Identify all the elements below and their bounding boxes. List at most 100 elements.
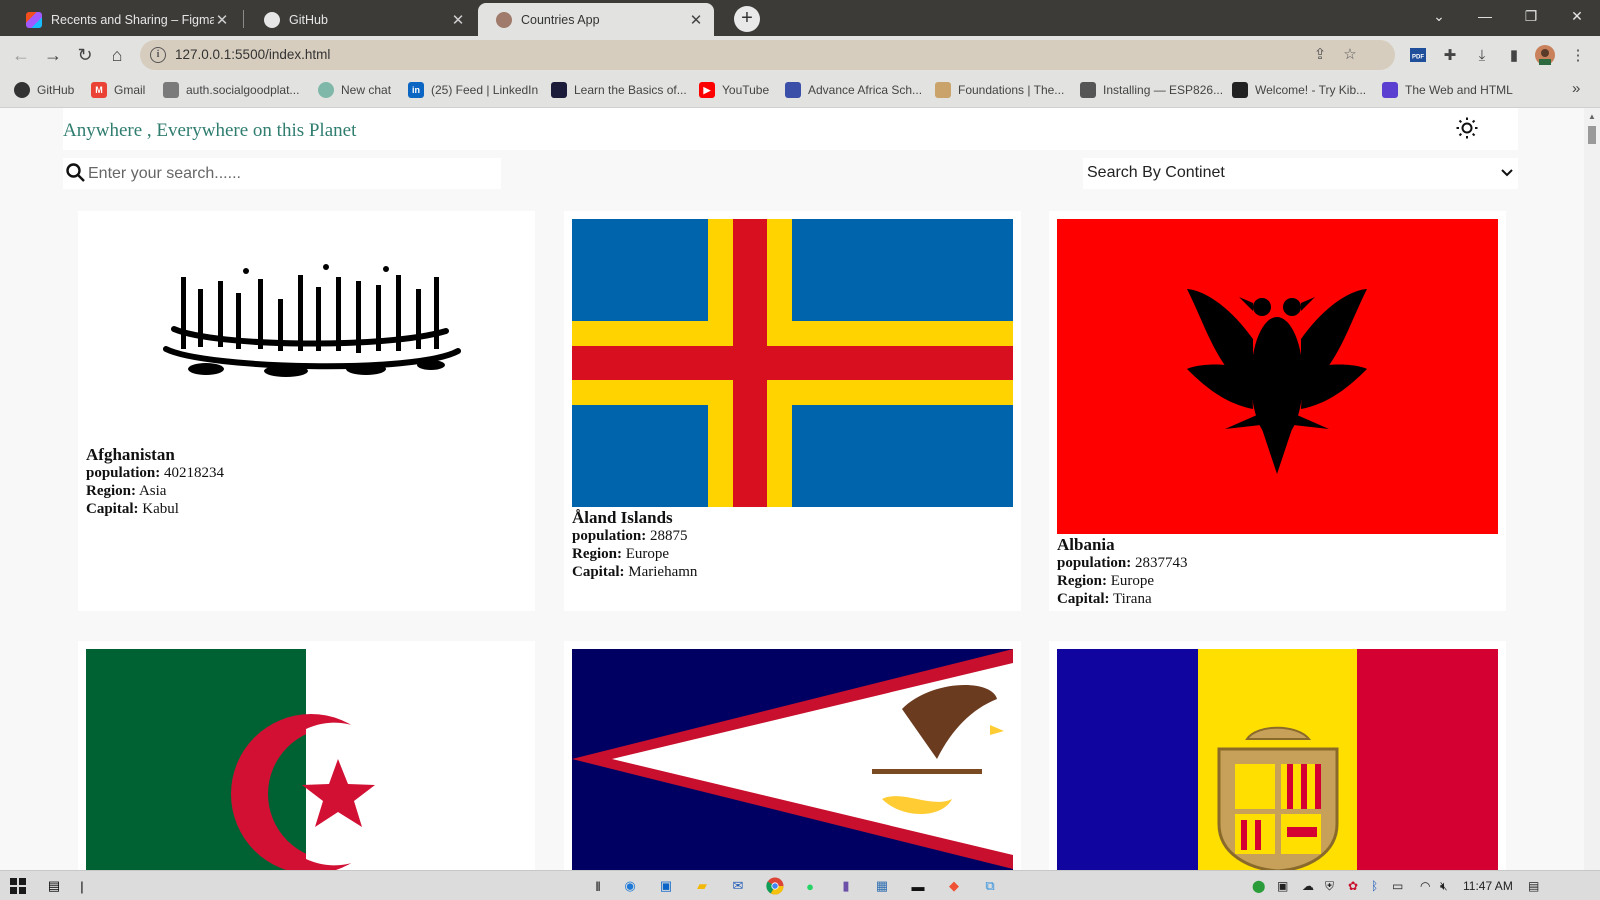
- continent-select[interactable]: Search By Continet: [1083, 158, 1518, 189]
- bookmark-advance-africa[interactable]: Advance Africa Sch...: [785, 82, 922, 98]
- forward-arrow-icon[interactable]: →: [40, 42, 66, 68]
- bluetooth-icon[interactable]: ᛒ: [1371, 879, 1378, 893]
- side-panel-icon[interactable]: ▮: [1504, 45, 1524, 65]
- back-arrow-icon[interactable]: ←: [8, 42, 34, 68]
- tab-figma[interactable]: Recents and Sharing – Figma ✕: [8, 3, 240, 36]
- info-icon[interactable]: i: [150, 47, 166, 63]
- capital-label: Capital:: [1057, 591, 1110, 607]
- puzzle-icon[interactable]: ✚: [1440, 45, 1460, 65]
- bookmark-label: Advance Africa Sch...: [808, 83, 923, 97]
- region-label: Region:: [1057, 573, 1107, 589]
- page-header: Anywhere , Everywhere on this Planet: [63, 108, 1518, 150]
- clock[interactable]: 11:47 AM: [1463, 879, 1513, 893]
- app-icon[interactable]: ▮: [836, 876, 856, 896]
- capital-value: Kabul: [142, 501, 179, 517]
- bookmark-auth[interactable]: auth.socialgoodplat...: [163, 82, 299, 98]
- bookmark-label: GitHub: [37, 83, 75, 97]
- task-view-icon[interactable]: ▤: [44, 876, 64, 896]
- new-tab-button[interactable]: +: [734, 6, 760, 32]
- aland-flag: [572, 219, 1013, 507]
- bookmark-new-chat[interactable]: New chat: [318, 82, 391, 98]
- battery-icon[interactable]: ▭: [1392, 879, 1403, 893]
- bookmark-github[interactable]: GitHub: [14, 82, 74, 98]
- pdf-extension-icon[interactable]: PDF: [1408, 45, 1428, 65]
- wifi-icon[interactable]: ◠: [1420, 879, 1430, 893]
- population-value: 2837743: [1134, 555, 1188, 571]
- country-card[interactable]: [564, 641, 1021, 870]
- country-name: Afghanistan: [86, 445, 175, 464]
- bookmark-label: The Web and HTML: [1405, 83, 1513, 97]
- bookmark-learn-basics[interactable]: Learn the Basics of...: [551, 82, 687, 98]
- close-icon[interactable]: ✕: [688, 11, 704, 29]
- country-card[interactable]: Afghanistan population: 40218234 Region:…: [78, 211, 535, 611]
- population-row: population: 28875: [572, 527, 697, 545]
- bookmarks-overflow-button[interactable]: »: [1572, 80, 1580, 97]
- minimize-button[interactable]: —: [1462, 0, 1508, 32]
- bookmark-label: Foundations | The...: [958, 83, 1065, 97]
- close-icon[interactable]: ✕: [214, 11, 230, 29]
- home-icon[interactable]: ⌂: [104, 42, 130, 68]
- volume-muted-icon[interactable]: 🔇︎: [1440, 879, 1448, 894]
- afghanistan-flag: [86, 219, 527, 443]
- openai-icon: [318, 82, 334, 98]
- avatar[interactable]: [1535, 45, 1555, 65]
- menu-dots-icon[interactable]: ⋮: [1568, 45, 1588, 65]
- bookmark-youtube[interactable]: ▶ YouTube: [699, 82, 769, 98]
- scroll-up-icon[interactable]: ▲: [1588, 112, 1596, 121]
- terminal-icon[interactable]: ▬: [908, 876, 928, 896]
- edge-icon[interactable]: ◉: [620, 876, 640, 896]
- search-input[interactable]: [88, 161, 493, 186]
- bookmark-linkedin[interactable]: in (25) Feed | LinkedIn: [408, 82, 538, 98]
- chrome-icon[interactable]: [765, 876, 785, 896]
- tab-separator: [243, 10, 244, 28]
- bookmark-web-html[interactable]: The Web and HTML: [1382, 82, 1513, 98]
- gmail-icon: M: [91, 82, 107, 98]
- sun-icon[interactable]: [1455, 116, 1479, 140]
- close-window-button[interactable]: ✕: [1554, 0, 1600, 32]
- andorra-flag: [1057, 649, 1498, 870]
- page-scrollbar[interactable]: ▲: [1584, 108, 1600, 870]
- bookmark-label: (25) Feed | LinkedIn: [431, 83, 539, 97]
- region-label: Region:: [572, 546, 622, 562]
- figma-icon: [26, 11, 42, 28]
- country-card[interactable]: [78, 641, 535, 870]
- tab-github[interactable]: GitHub ✕: [246, 3, 476, 36]
- tray-network-app-icon[interactable]: ▣: [1277, 879, 1288, 893]
- store-icon[interactable]: ▣: [656, 876, 676, 896]
- star-icon[interactable]: ☆: [1340, 45, 1360, 65]
- mail-icon[interactable]: ✉: [728, 876, 748, 896]
- tab-search-icon[interactable]: ⌄: [1416, 0, 1462, 32]
- tray-app-icon[interactable]: ✿: [1348, 879, 1358, 893]
- reload-icon[interactable]: ↻: [72, 42, 98, 68]
- tab-label: Recents and Sharing – Figma: [51, 12, 214, 27]
- notifications-icon[interactable]: ▤: [1528, 879, 1539, 893]
- country-card[interactable]: [1049, 641, 1506, 870]
- bookmark-gmail[interactable]: M Gmail: [91, 82, 145, 98]
- onedrive-icon[interactable]: ☁: [1302, 879, 1314, 893]
- bookmark-kibana[interactable]: Welcome! - Try Kib...: [1232, 82, 1366, 98]
- address-bar[interactable]: i 127.0.0.1:5500/index.html ⇪ ☆: [140, 40, 1395, 70]
- download-icon[interactable]: ⤓: [1472, 45, 1492, 65]
- capital-value: Mariehamn: [628, 564, 698, 580]
- file-explorer-icon[interactable]: ▰: [692, 876, 712, 896]
- albania-flag: [1057, 219, 1498, 534]
- bookmark-installing-esp[interactable]: Installing — ESP826...: [1080, 82, 1223, 98]
- security-icon[interactable]: ⛨: [1325, 879, 1334, 894]
- scrollbar-thumb[interactable]: [1588, 126, 1596, 144]
- control-panel-icon[interactable]: ▦: [872, 876, 892, 896]
- tray-app-icon[interactable]: ⬤: [1252, 879, 1265, 893]
- close-icon[interactable]: ✕: [450, 11, 466, 29]
- country-card[interactable]: Albania population: 2837743 Region: Euro…: [1049, 211, 1506, 611]
- bookmark-label: New chat: [341, 83, 392, 97]
- whatsapp-icon[interactable]: ●: [800, 876, 820, 896]
- windows-start-icon[interactable]: [8, 876, 28, 896]
- git-icon[interactable]: ◆: [944, 876, 964, 896]
- bookmark-label: Installing — ESP826...: [1103, 83, 1224, 97]
- tab-countries-app[interactable]: Countries App ✕: [478, 3, 714, 36]
- share-icon[interactable]: ⇪: [1310, 45, 1330, 65]
- country-card[interactable]: Åland Islands population: 28875 Region: …: [564, 211, 1021, 611]
- vscode-icon[interactable]: ⧉: [980, 876, 1000, 896]
- youtube-icon: ▶: [699, 82, 715, 98]
- bookmark-foundations[interactable]: Foundations | The...: [935, 82, 1064, 98]
- restore-button[interactable]: ❐: [1508, 0, 1554, 32]
